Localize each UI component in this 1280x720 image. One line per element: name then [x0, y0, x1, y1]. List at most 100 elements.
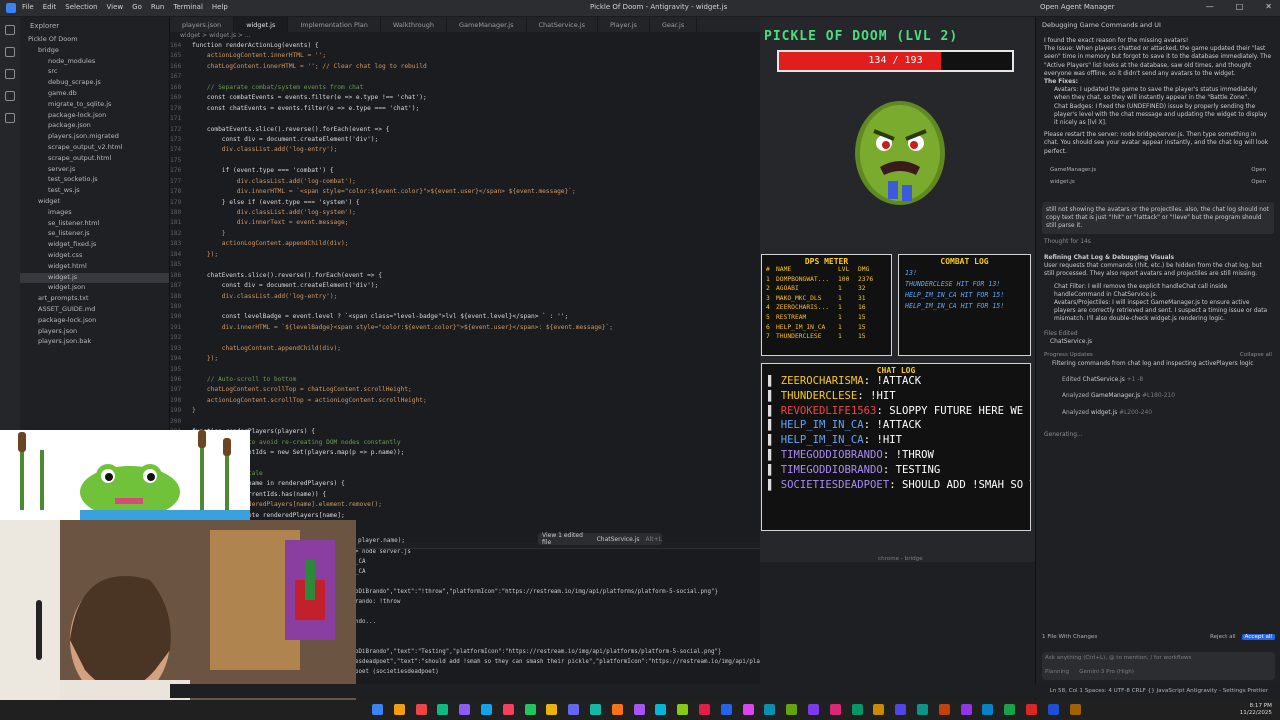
editor-tab[interactable]: Implementation Plan [288, 17, 381, 32]
open-agent-manager-button[interactable]: Open Agent Manager [1040, 3, 1115, 11]
taskbar-app-icon[interactable] [720, 704, 732, 715]
file-tree-item[interactable]: se_listener.js [20, 229, 169, 240]
close-icon[interactable]: ✕ [1265, 2, 1272, 11]
menu-item-view[interactable]: View [107, 3, 124, 11]
file-tree-item[interactable]: widget [20, 197, 169, 208]
taskbar-app-icon[interactable] [1069, 704, 1081, 715]
taskbar-app-icon[interactable] [699, 704, 710, 715]
file-tree-item[interactable]: players.json [20, 327, 169, 338]
taskbar-app-icon[interactable] [873, 704, 885, 715]
taskbar-app-icon[interactable] [764, 704, 776, 715]
taskbar-app-icon[interactable] [829, 704, 841, 715]
file-tree-item[interactable]: package-lock.json [20, 316, 169, 327]
taskbar-app-icon[interactable] [742, 704, 754, 715]
menu-item-go[interactable]: Go [132, 3, 142, 11]
file-tree-item[interactable]: package.json [20, 121, 169, 132]
file-tree-item[interactable]: scrape_output_v2.html [20, 143, 169, 154]
editor-tab[interactable]: Player.js [598, 17, 650, 32]
menu-item-edit[interactable]: Edit [43, 3, 57, 11]
maximize-icon[interactable]: □ [1236, 2, 1244, 11]
file-tree-item[interactable]: se_listener.html [20, 219, 169, 230]
taskbar-app-icon[interactable] [1004, 704, 1016, 715]
taskbar-app-icon[interactable] [895, 704, 907, 715]
editor-tab[interactable]: players.json [170, 17, 235, 32]
taskbar-app-icon[interactable] [786, 704, 798, 715]
taskbar-app-icon[interactable] [677, 704, 689, 715]
chip-open-button[interactable]: Open [1251, 179, 1266, 185]
file-tree-item[interactable]: widget.json [20, 283, 169, 294]
terminal-panel[interactable]: > node server.js _CA _CA oDiBrando","text":… [355, 548, 760, 698]
taskbar-app-icon[interactable] [808, 704, 819, 715]
file-tree-item[interactable]: migrate_to_sqlite.js [20, 100, 169, 111]
file-tree-item[interactable]: scrape_output.html [20, 154, 169, 165]
taskbar-app-icon[interactable] [1047, 704, 1059, 715]
taskbar-app-icon[interactable] [938, 704, 950, 715]
file-tree-item[interactable]: test_ws.js [20, 186, 169, 197]
file-tree-item[interactable]: debug_scrape.js [20, 78, 169, 89]
taskbar-app-icon[interactable] [982, 704, 994, 715]
file-tree-item[interactable]: Pickle Of Doom [20, 35, 169, 46]
search-icon[interactable] [5, 47, 15, 57]
editor-tab[interactable]: Gear.js [650, 17, 698, 32]
taskbar-app-icon[interactable] [546, 704, 558, 715]
agent-file-chip[interactable]: GameManager.js Open [1036, 164, 1280, 176]
edited-file-pill[interactable]: View 1 edited file ChatService.js Alt+L [538, 532, 662, 546]
taskbar-app-icon[interactable] [415, 704, 427, 715]
file-tree-item[interactable]: players.json.bak [20, 337, 169, 348]
taskbar-app-icon[interactable] [502, 704, 514, 715]
taskbar-app-icon[interactable] [851, 704, 863, 715]
taskbar-app-icon[interactable] [372, 704, 383, 715]
editor-tab[interactable]: ChatService.js [527, 17, 598, 32]
menu-item-file[interactable]: File [22, 3, 34, 11]
file-tree-item[interactable]: images [20, 208, 169, 219]
code-editor[interactable]: 164 function renderActionLog(events) {165… [170, 42, 760, 542]
taskbar-app-icon[interactable] [459, 704, 471, 715]
taskbar-app-icon[interactable] [917, 704, 928, 715]
model-selector[interactable]: Gemini 3 Pro (High) [1079, 669, 1134, 675]
taskbar-app-icon[interactable] [590, 704, 601, 715]
minimize-icon[interactable]: — [1206, 2, 1214, 11]
file-tree-item[interactable]: src [20, 67, 169, 78]
taskbar-app-icon[interactable] [568, 704, 580, 715]
run-debug-icon[interactable] [5, 91, 15, 101]
accept-all-button[interactable]: Accept all [1241, 634, 1275, 640]
taskbar-app-icon[interactable] [437, 704, 449, 715]
source-control-icon[interactable] [5, 69, 15, 79]
file-tree-item[interactable]: test_socketio.js [20, 175, 169, 186]
editor-tab[interactable]: Walkthrough [381, 17, 447, 32]
collapse-all-button[interactable]: Collapse all [1240, 352, 1272, 358]
taskbar-app-icon[interactable] [655, 704, 667, 715]
file-tree-item[interactable]: ASSET_GUIDE.md [20, 305, 169, 316]
file-tree-item[interactable]: widget_fixed.js [20, 240, 169, 251]
file-tree-item[interactable]: widget.js [20, 272, 169, 284]
file-tree-item[interactable]: package-lock.json [20, 111, 169, 122]
taskbar-app-icon[interactable] [393, 704, 405, 715]
thought-duration[interactable]: Thought for 14s [1036, 238, 1280, 246]
step-file[interactable]: ChatService.js [1083, 377, 1125, 383]
taskbar-app-icon[interactable] [960, 704, 972, 715]
agent-file-chip[interactable]: widget.js Open [1036, 176, 1280, 188]
file-tree-item[interactable]: node_modules [20, 57, 169, 68]
file-tree-item[interactable]: art_prompts.txt [20, 294, 169, 305]
step-file[interactable]: GameManager.js [1091, 393, 1140, 399]
file-tree-item[interactable]: game.db [20, 89, 169, 100]
menu-item-selection[interactable]: Selection [65, 3, 97, 11]
taskbar-app-icon[interactable] [1026, 704, 1037, 715]
files-edited-item[interactable]: ChatService.js [1036, 338, 1280, 346]
file-tree-item[interactable]: server.js [20, 165, 169, 176]
taskbar-app-icon[interactable] [481, 704, 492, 715]
editor-tab[interactable]: GameManager.js [447, 17, 527, 32]
chip-open-button[interactable]: Open [1251, 167, 1266, 173]
taskbar-app-icon[interactable] [633, 704, 645, 715]
file-changes-summary[interactable]: 1 File With Changes [1042, 634, 1097, 640]
reject-all-button[interactable]: Reject all [1210, 634, 1236, 640]
extensions-icon[interactable] [5, 113, 15, 123]
explorer-icon[interactable] [5, 25, 15, 35]
file-tree-item[interactable]: players.json.migrated [20, 132, 169, 143]
editor-tab[interactable]: widget.js [234, 17, 289, 32]
menu-item-run[interactable]: Run [151, 3, 164, 11]
mode-selector[interactable]: Planning [1045, 669, 1069, 675]
file-tree-item[interactable]: widget.css [20, 251, 169, 262]
file-tree-item[interactable]: bridge [20, 46, 169, 57]
agent-chat-input[interactable]: Ask anything (Ctrl+L), @ to mention, / f… [1042, 652, 1275, 680]
